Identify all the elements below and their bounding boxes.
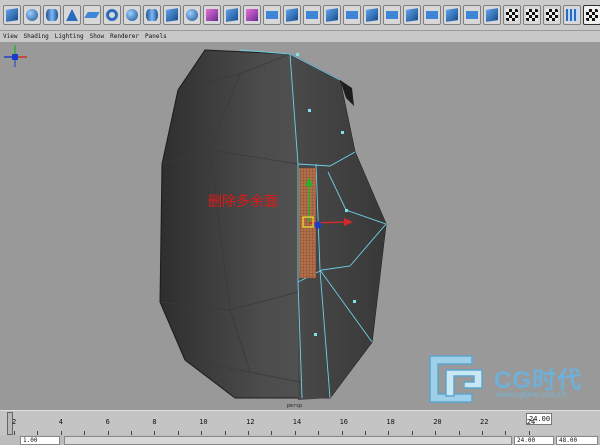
timeline-tick-label: 16: [339, 418, 349, 426]
cube-icon: [326, 8, 338, 22]
timeline-tick-label: 8: [152, 418, 157, 426]
shelf-button[interactable]: [203, 5, 221, 25]
menu-show[interactable]: Show: [90, 32, 104, 42]
timeline-tick-label: 22: [480, 418, 489, 426]
cube-icon: [226, 8, 238, 22]
shelf-button[interactable]: [63, 5, 81, 25]
menu-panels[interactable]: Panels: [145, 32, 167, 42]
cylinder-icon: [146, 9, 158, 21]
shelf-button[interactable]: [563, 5, 581, 25]
sphere-icon: [126, 9, 138, 21]
panel-menu-bar: View Shading Lighting Show Renderer Pane…: [0, 32, 600, 42]
timeline-tick-label: 24: [526, 418, 536, 426]
shelf-button[interactable]: [163, 5, 181, 25]
timeline-tick-label: 4: [58, 418, 64, 426]
cgtime-logo-icon: [429, 355, 483, 403]
shelf-button[interactable]: [3, 5, 21, 25]
shelf-button[interactable]: [283, 5, 301, 25]
timeline-tick-label: 20: [433, 418, 442, 426]
shelf-button[interactable]: [143, 5, 161, 25]
timeline-tick-label: 10: [199, 418, 208, 426]
shelf-button[interactable]: [483, 5, 501, 25]
time-slider[interactable]: 24.00 2 4 6 8 10 12 14 16 18 20 22 24: [0, 410, 600, 436]
timeline-tick-label: 6: [105, 418, 110, 426]
shelf-button[interactable]: [103, 5, 121, 25]
sphere-icon: [186, 9, 198, 21]
shelf-button[interactable]: [403, 5, 421, 25]
shelf-button[interactable]: [363, 5, 381, 25]
cube-icon: [446, 8, 458, 22]
timeline-tick-label: 14: [292, 418, 302, 426]
shelf-button[interactable]: [323, 5, 341, 25]
shelf-button[interactable]: [23, 5, 41, 25]
cube-icon: [286, 8, 298, 22]
shelf-button[interactable]: [223, 5, 241, 25]
camera-label: persp: [287, 403, 303, 409]
shelf-button[interactable]: [343, 5, 361, 25]
shelf-button[interactable]: [43, 5, 61, 25]
cube-icon: [166, 8, 178, 22]
grid-icon: [566, 9, 578, 21]
shelf-button[interactable]: [383, 5, 401, 25]
annotation-label: 删除多余面: [208, 194, 278, 210]
cube-icon: [466, 11, 478, 19]
cube-icon: [406, 8, 418, 22]
cube-icon: [306, 11, 318, 19]
shelf-button[interactable]: [423, 5, 441, 25]
check-icon: [526, 9, 538, 21]
cylinder-icon: [46, 9, 58, 21]
torus-icon: [106, 9, 118, 21]
shelf-button[interactable]: [303, 5, 321, 25]
cube-icon: [366, 8, 378, 22]
shelf-button[interactable]: [183, 5, 201, 25]
check-icon: [546, 9, 558, 21]
cube-icon: [266, 11, 278, 19]
cgtime-watermark: CG时代 www.cgtime.com.cn: [424, 348, 600, 410]
shelf-button[interactable]: [263, 5, 281, 25]
cube-icon: [426, 11, 438, 19]
range-slider-bar[interactable]: [64, 436, 512, 445]
timeline-tick-label: 12: [246, 418, 255, 426]
cube-icon: [246, 9, 258, 21]
cube-icon: [386, 11, 398, 19]
range-max-field[interactable]: 48.00: [556, 436, 598, 445]
menu-renderer[interactable]: Renderer: [110, 32, 139, 42]
menu-view[interactable]: View: [3, 32, 17, 42]
menu-lighting[interactable]: Lighting: [55, 32, 84, 42]
cube-icon: [206, 9, 218, 21]
shelf-button[interactable]: [243, 5, 261, 25]
timeline-tick-label: 2: [12, 418, 17, 426]
watermark-url: www.cgtime.com.cn: [496, 390, 567, 399]
shelf-button[interactable]: [463, 5, 481, 25]
shelf-button[interactable]: [83, 5, 101, 25]
shelf-button[interactable]: [583, 5, 600, 25]
range-end-field[interactable]: 24.00: [514, 436, 554, 445]
cube-icon: [346, 11, 358, 19]
shelf-button[interactable]: [503, 5, 521, 25]
range-start-field[interactable]: 1.00: [20, 436, 60, 445]
shelf-button[interactable]: [523, 5, 541, 25]
check-icon: [506, 9, 518, 21]
cone-icon: [66, 9, 78, 21]
cube-icon: [6, 8, 18, 22]
check-icon: [586, 9, 598, 21]
plane-icon: [84, 12, 100, 18]
range-slider[interactable]: 1.00 24.00 48.00: [0, 435, 600, 445]
shelf-toolbar: [0, 0, 600, 31]
cube-icon: [486, 8, 498, 22]
timeline-tick-label: 18: [386, 418, 395, 426]
shelf-button[interactable]: [443, 5, 461, 25]
view-axis-icon: [4, 45, 27, 67]
shelf-button[interactable]: [543, 5, 561, 25]
menu-shading[interactable]: Shading: [23, 32, 48, 42]
shelf-button[interactable]: [123, 5, 141, 25]
cube-icon: [26, 9, 38, 21]
